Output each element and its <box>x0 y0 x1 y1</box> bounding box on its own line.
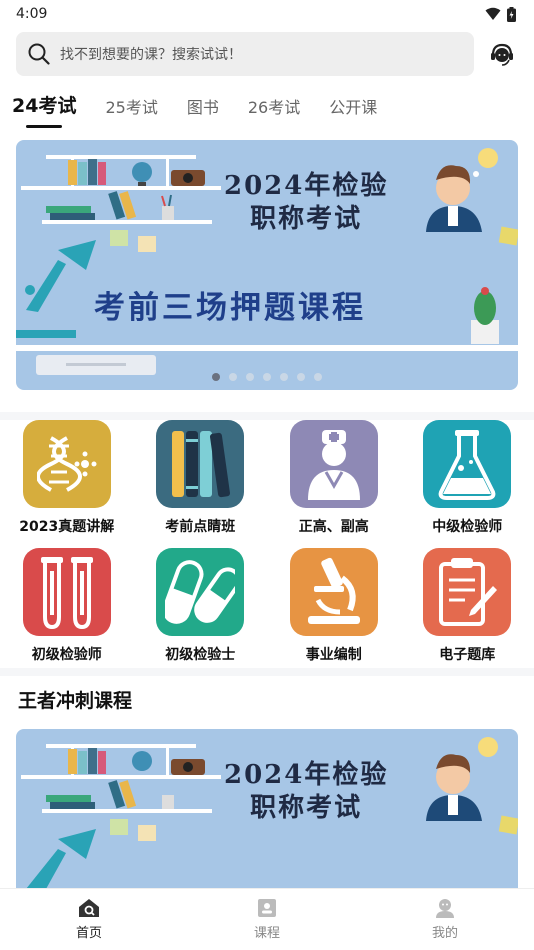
banner-title: 2024年检验 职称考试 <box>224 170 388 236</box>
flask-icon <box>423 420 512 508</box>
status-icons <box>485 6 516 22</box>
category-public-institution[interactable]: 事业编制 <box>267 548 401 664</box>
status-time: 4:09 <box>16 6 48 22</box>
tab-24-exam[interactable]: 24考试 <box>12 91 76 128</box>
category-grid: 2023真题讲解 考前点睛班 正高、副高 中级检验师 初级检验师 初级检验士 事… <box>0 420 534 668</box>
category-junior-technologist[interactable]: 初级检验师 <box>0 548 134 664</box>
microscope-icon <box>289 548 378 636</box>
status-bar: 4:09 <box>0 0 534 28</box>
course-banner-title-line1: 2024年检验 <box>224 760 389 790</box>
profile-icon <box>436 899 454 918</box>
banner-title-line1: 2024年检验 <box>224 171 389 201</box>
search-placeholder: 找不到想要的课？搜索试试！ <box>60 47 242 63</box>
category-intermediate-technologist[interactable]: 中级检验师 <box>401 420 534 536</box>
course-banner-title: 2024年检验 职称考试 <box>224 759 388 825</box>
banner-title-line2: 职称考试 <box>250 204 363 234</box>
category-senior-titles[interactable]: 正高、副高 <box>267 420 401 536</box>
search-input[interactable]: 找不到想要的课？搜索试试！ <box>16 32 474 76</box>
tab-open-course[interactable]: 公开课 <box>329 94 377 128</box>
course-banner[interactable]: 2024年检验 职称考试 <box>16 729 518 889</box>
promo-banner[interactable]: 2024年检验 职称考试 考前三场押题课程 <box>16 140 518 390</box>
battery-icon <box>507 6 516 22</box>
doctor-icon <box>289 420 378 508</box>
tab-26-exam[interactable]: 26考试 <box>248 94 300 128</box>
category-pre-exam-class[interactable]: 考前点睛班 <box>134 420 268 536</box>
banner-subtitle: 考前三场押题课程 <box>94 290 366 326</box>
customer-service-button[interactable] <box>486 38 518 70</box>
category-section: 2023真题讲解 考前点睛班 正高、副高 中级检验师 初级检验师 初级检验士 事… <box>0 412 534 676</box>
nav-label: 我的 <box>431 926 458 941</box>
banner-pagination <box>16 373 518 381</box>
category-label: 事业编制 <box>305 647 362 663</box>
test-tubes-icon <box>22 548 111 636</box>
category-label: 2023真题讲解 <box>19 519 115 535</box>
category-label: 中级检验师 <box>432 519 503 535</box>
category-label: 正高、副高 <box>298 519 369 535</box>
banner-dot[interactable] <box>229 373 237 381</box>
course-icon <box>258 899 276 917</box>
course-banner-title-line2: 职称考试 <box>250 793 363 823</box>
category-label: 电子题库 <box>439 647 496 663</box>
bottom-nav: 首页 课程 我的 <box>0 888 534 950</box>
category-junior-technician[interactable]: 初级检验士 <box>134 548 268 664</box>
nav-label: 课程 <box>253 926 280 941</box>
category-2023-real-exam[interactable]: 2023真题讲解 <box>0 420 134 536</box>
banner-dot[interactable] <box>246 373 254 381</box>
banner-dot[interactable] <box>263 373 271 381</box>
wifi-icon <box>485 7 501 20</box>
search-row: 找不到想要的课？搜索试试！ <box>0 28 534 76</box>
category-label: 初级检验士 <box>165 647 236 663</box>
banner-dot[interactable] <box>314 373 322 381</box>
banner-dot[interactable] <box>212 373 220 381</box>
category-question-bank[interactable]: 电子题库 <box>401 548 534 664</box>
dna-icon <box>22 420 111 508</box>
headset-icon <box>491 43 513 66</box>
tab-25-exam[interactable]: 25考试 <box>105 94 157 128</box>
category-label: 初级检验师 <box>31 647 102 663</box>
capsules-icon <box>156 548 245 636</box>
nav-home[interactable]: 首页 <box>0 889 178 950</box>
banner-dot[interactable] <box>280 373 288 381</box>
nav-courses[interactable]: 课程 <box>178 889 356 950</box>
nav-profile[interactable]: 我的 <box>356 889 534 950</box>
banner-dot[interactable] <box>297 373 305 381</box>
books-icon <box>156 420 245 508</box>
nav-label: 首页 <box>75 926 102 941</box>
category-label: 考前点睛班 <box>165 519 236 535</box>
search-icon <box>28 43 50 65</box>
section-title: 王者冲刺课程 <box>18 690 133 712</box>
exam-tabs: 24考试 25考试 图书 26考试 公开课 <box>0 76 534 128</box>
clipboard-icon <box>423 548 512 636</box>
home-icon <box>79 899 99 917</box>
tab-books[interactable]: 图书 <box>187 94 219 128</box>
